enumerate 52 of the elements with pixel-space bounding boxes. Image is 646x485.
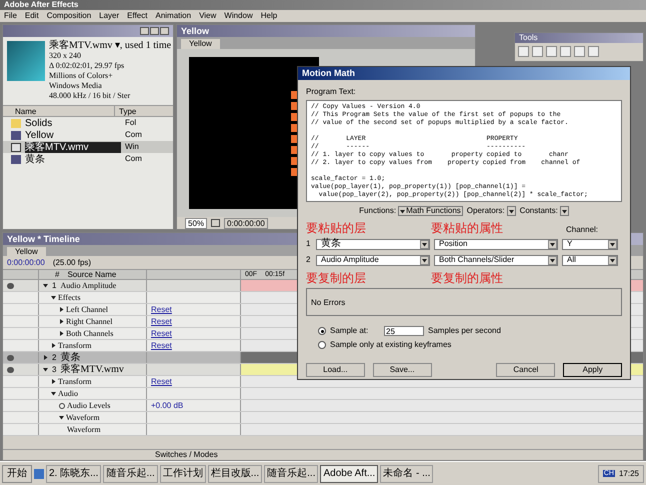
layer-number: 1 xyxy=(51,282,58,290)
item-type: Com xyxy=(125,129,142,141)
layer-name: 乘客MTV.wmv xyxy=(60,364,124,374)
footage-info: Windows Media xyxy=(49,81,103,91)
window-title: Yellow xyxy=(181,26,210,36)
app-title: Adobe After Effects xyxy=(4,1,78,9)
unit-label: Samples per second xyxy=(428,327,501,335)
property-name: Transform xyxy=(58,342,92,350)
property-name: Waveform xyxy=(67,426,101,434)
dialog-title: Motion Math xyxy=(302,69,355,78)
item-name: Yellow xyxy=(25,130,55,140)
footage-info: Δ 0:02:02:01, 29.97 fps xyxy=(49,61,126,71)
item-name: 乘客MTV.wmv xyxy=(25,142,121,152)
footage-info: Millions of Colors+ xyxy=(49,71,114,81)
property-name: Left Channel xyxy=(66,306,108,314)
property-name: Effects xyxy=(58,294,81,302)
footage-info: 320 x 240 xyxy=(49,51,82,61)
menu-label: Constants: xyxy=(520,207,558,215)
message-text: No Errors xyxy=(311,298,346,307)
item-type: Fol xyxy=(125,117,136,129)
channel-label: Channel: xyxy=(566,226,598,234)
row-number: 2 xyxy=(306,254,312,266)
annotation-label: 要复制的属性 xyxy=(431,272,503,284)
layer-name: 黄条 xyxy=(60,352,80,362)
property-name: Audio xyxy=(58,390,78,398)
menu-label: Operators: xyxy=(466,207,505,215)
program-text-label: Program Text: xyxy=(306,88,357,96)
annotation-label: 要粘贴的属性 xyxy=(431,222,504,234)
radio-label: Sample at: xyxy=(330,327,370,335)
property-name: Right Channel xyxy=(66,318,112,326)
layer-number: 2 xyxy=(51,354,58,362)
frame-rate: (25.00 fps) xyxy=(52,256,92,268)
layer-name: Audio Amplitude xyxy=(60,282,116,290)
annotation-label: 要粘贴的层 xyxy=(306,222,367,234)
footage-info: 乘客MTV.wmv ▾, used 1 time xyxy=(49,41,169,51)
layer-number: 3 xyxy=(51,366,58,374)
clock: 17:25 xyxy=(618,470,639,478)
property-name: Both Channels xyxy=(66,330,114,338)
item-name: 黄条 xyxy=(25,154,46,164)
panel-title: Tools xyxy=(519,34,538,42)
property-name: Audio Levels xyxy=(67,402,110,410)
item-name: Solids xyxy=(25,118,54,128)
annotation-label: 要复制的层 xyxy=(306,272,367,284)
window-title: Yellow * Timeline xyxy=(7,234,80,244)
property-name: Waveform xyxy=(66,414,100,422)
row-number: 1 xyxy=(306,238,312,250)
item-type: Win xyxy=(125,141,139,153)
footage-info: 48.000 kHz / 16 bit / Ster xyxy=(49,91,132,101)
radio-label: Sample only at existing keyframes xyxy=(330,341,452,349)
menu-label: Functions: xyxy=(359,207,396,215)
item-type: Com xyxy=(125,153,142,165)
property-name: Transform xyxy=(58,378,92,386)
